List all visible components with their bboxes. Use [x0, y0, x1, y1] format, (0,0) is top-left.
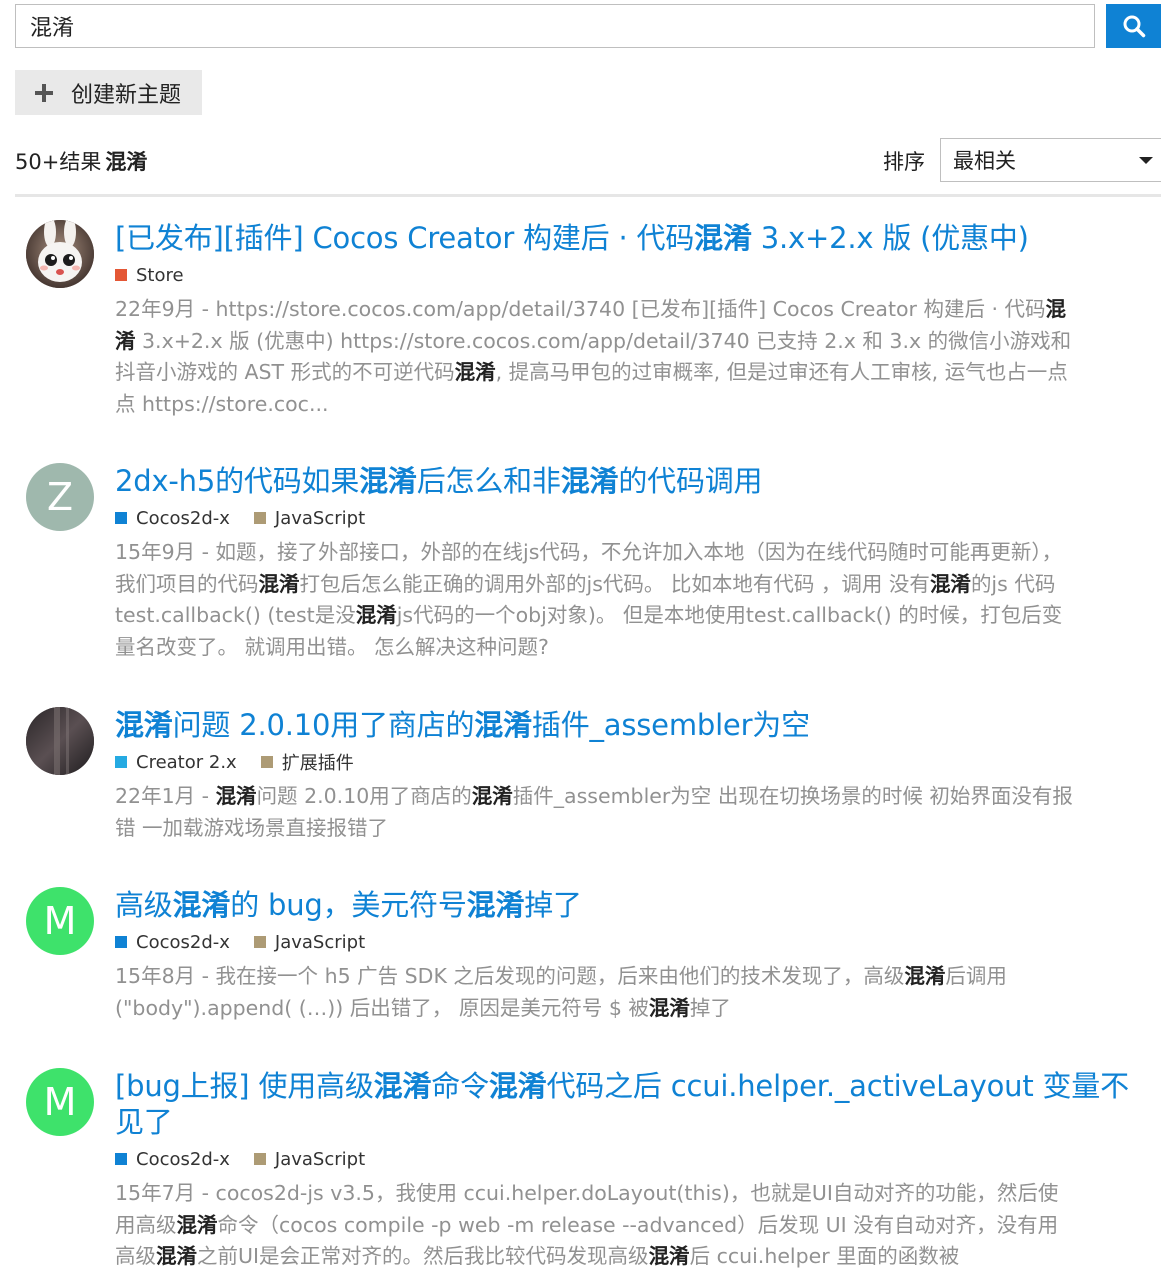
category-color-swatch: [115, 936, 127, 948]
category-name: Cocos2d-x: [136, 507, 230, 529]
result-title[interactable]: [已发布][插件] Cocos Creator 构建后 · 代码混淆 3.x+2…: [115, 220, 1145, 256]
category-name: Creator 2.x: [136, 751, 237, 773]
result-blurb: 15年8月 - 我在接一个 h5 广告 SDK 之后发现的问题，后来由他们的技术…: [115, 964, 1007, 1020]
category-color-swatch: [253, 936, 266, 948]
create-new-topic-label: 创建新主题: [71, 82, 182, 108]
avatar-letter: M: [43, 899, 77, 943]
results-count-number: 50+结果: [15, 150, 102, 174]
highlighted-term: 混淆: [215, 784, 257, 808]
search-icon: [1123, 15, 1145, 38]
result-title[interactable]: 高级混淆的 bug，美元符号混淆掉了: [115, 887, 1145, 923]
category-name: Cocos2d-x: [136, 1148, 230, 1170]
avatar-letter: M: [43, 1080, 77, 1124]
category-color-swatch: [115, 512, 127, 524]
highlighted-term: 混淆: [359, 464, 417, 498]
category-name: Cocos2d-x: [136, 931, 230, 953]
avatar[interactable]: Z: [26, 463, 94, 531]
result-categories: Cocos2d-x JavaScript: [115, 1146, 1145, 1172]
result-body: [bug上报] 使用高级混淆命令混淆代码之后 ccui.helper._acti…: [115, 1068, 1145, 1273]
results-count: 50+结果 混淆: [15, 146, 147, 176]
category-badge[interactable]: JavaScript: [253, 1148, 366, 1170]
category-badge[interactable]: JavaScript: [253, 931, 366, 953]
result-body: [已发布][插件] Cocos Creator 构建后 · 代码混淆 3.x+2…: [115, 220, 1145, 420]
avatar-letter: Z: [46, 475, 74, 519]
category-badge[interactable]: Store: [115, 265, 184, 286]
highlighted-term: 混淆: [373, 1069, 432, 1103]
result-categories: Store: [115, 262, 1145, 288]
category-badge[interactable]: Cocos2d-x: [115, 1149, 230, 1170]
highlighted-term: 混淆: [904, 964, 946, 988]
results-search-term: 混淆: [105, 150, 148, 174]
category-name: JavaScript: [274, 931, 366, 953]
highlighted-term: 混淆: [115, 708, 173, 742]
category-name: JavaScript: [274, 1148, 366, 1170]
result-categories: Creator 2.x 扩展插件: [115, 749, 1145, 775]
highlighted-term: 混淆: [156, 1244, 197, 1268]
highlighted-term: 混淆: [454, 360, 496, 384]
highlighted-term: 混淆: [258, 571, 300, 596]
highlighted-term: 混淆: [355, 603, 397, 627]
highlighted-term: 混淆: [648, 995, 690, 1020]
result-body: 高级混淆的 bug，美元符号混淆掉了 Cocos2d-x JavaScript …: [115, 887, 1145, 1024]
result-title[interactable]: 2dx-h5的代码如果混淆后怎么和非混淆的代码调用: [115, 463, 1145, 499]
highlighted-term: 混淆: [648, 1244, 690, 1268]
search-input[interactable]: [15, 4, 1095, 48]
result-blurb: 15年7月 - cocos2d-js v3.5，我使用 ccui.helper.…: [115, 1181, 1059, 1268]
search-bar: [15, 4, 1161, 48]
sort-selected-value: 最相关: [953, 149, 1016, 173]
bunny-avatar-icon: [26, 220, 94, 288]
create-new-topic-button[interactable]: 创建新主题: [15, 70, 202, 115]
result-blurb: 15年9月 - 如题，接了外部接口，外部的在线js代码，不允许加入本地（因为在线…: [115, 540, 1063, 659]
category-color-swatch: [260, 756, 273, 768]
highlighted-term: 混淆: [176, 1212, 218, 1237]
category-badge[interactable]: Cocos2d-x: [115, 508, 230, 529]
highlighted-term: 混淆: [115, 297, 1067, 353]
highlighted-term: 混淆: [488, 1069, 547, 1103]
category-color-swatch: [253, 512, 266, 524]
category-color-swatch: [115, 1153, 127, 1165]
category-badge[interactable]: JavaScript: [253, 507, 366, 529]
plus-icon: [35, 83, 53, 102]
result-blurb: 22年1月 - 混淆问题 2.0.10用了商店的混淆插件_assembler为空…: [115, 784, 1073, 840]
result-blurb: 22年9月 - https://store.cocos.com/app/deta…: [115, 297, 1072, 416]
result-body: 2dx-h5的代码如果混淆后怎么和非混淆的代码调用 Cocos2d-x Java…: [115, 463, 1145, 663]
avatar[interactable]: M: [26, 1068, 94, 1136]
category-name: 扩展插件: [281, 753, 354, 774]
category-badge[interactable]: Cocos2d-x: [115, 932, 230, 953]
result-title[interactable]: 混淆问题 2.0.10用了商店的混淆插件_assembler为空: [115, 707, 1145, 743]
sort-dropdown[interactable]: 最相关: [940, 138, 1161, 182]
highlighted-term: 混淆: [471, 784, 513, 808]
search-button[interactable]: [1106, 4, 1161, 48]
result-categories: Cocos2d-x JavaScript: [115, 929, 1145, 955]
category-name: JavaScript: [274, 507, 366, 529]
avatar[interactable]: [26, 707, 94, 775]
category-badge[interactable]: Creator 2.x: [115, 752, 237, 773]
category-color-swatch: [253, 1153, 266, 1165]
category-badge[interactable]: 扩展插件: [260, 749, 354, 775]
highlighted-term: 混淆: [560, 464, 619, 498]
result-body: 混淆问题 2.0.10用了商店的混淆插件_assembler为空 Creator…: [115, 707, 1145, 844]
avatar[interactable]: [26, 220, 94, 288]
highlighted-term: 混淆: [929, 571, 971, 596]
result-title[interactable]: [bug上报] 使用高级混淆命令混淆代码之后 ccui.helper._acti…: [115, 1068, 1145, 1140]
photo-avatar-icon: [26, 707, 94, 775]
chevron-down-icon: [1139, 157, 1153, 164]
results-divider: [15, 194, 1161, 197]
highlighted-term: 混淆: [474, 708, 532, 742]
category-color-swatch: [115, 756, 127, 768]
avatar[interactable]: M: [26, 887, 94, 955]
category-name: Store: [136, 264, 184, 286]
highlighted-term: 混淆: [172, 888, 231, 922]
result-categories: Cocos2d-x JavaScript: [115, 505, 1145, 531]
highlighted-term: 混淆: [694, 221, 752, 255]
sort-label: 排序: [883, 150, 925, 174]
highlighted-term: 混淆: [466, 888, 525, 922]
category-color-swatch: [115, 269, 127, 281]
results-header: 50+结果 混淆 排序 最相关: [15, 138, 1161, 184]
